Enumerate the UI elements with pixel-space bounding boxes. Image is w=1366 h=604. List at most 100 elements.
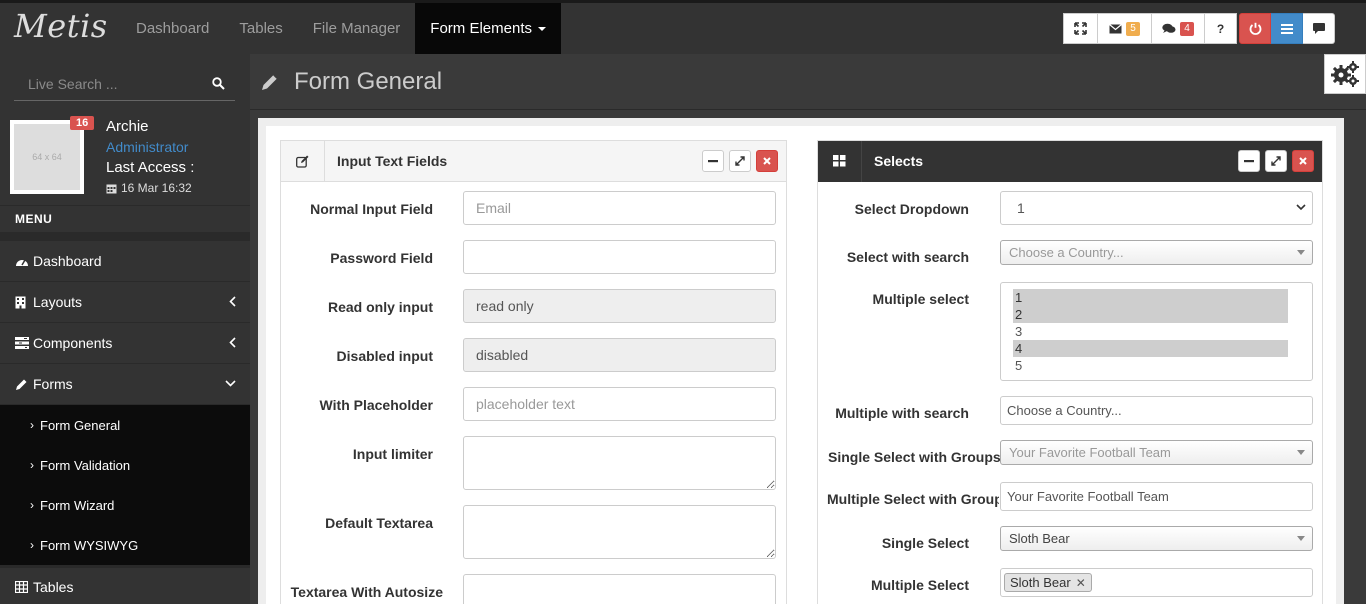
placeholder-label: With Placeholder bbox=[319, 397, 433, 413]
sidebar-item-forms[interactable]: Forms bbox=[0, 364, 250, 405]
collapse-button[interactable] bbox=[702, 150, 724, 172]
readonly-label: Read only input bbox=[328, 299, 433, 315]
avatar[interactable]: 64 x 64 bbox=[10, 120, 84, 194]
multi-select[interactable]: Sloth Bear ✕ bbox=[1000, 568, 1313, 597]
multiple-select-option[interactable]: 4 bbox=[1013, 340, 1288, 357]
input-limiter-textarea[interactable] bbox=[463, 436, 776, 490]
settings-button[interactable] bbox=[1324, 54, 1366, 94]
main-nav: Dashboard Tables File Manager Form Eleme… bbox=[121, 3, 561, 54]
panel-header: Selects bbox=[818, 140, 1322, 182]
selected-tag: Sloth Bear ✕ bbox=[1004, 573, 1092, 592]
envelope-icon bbox=[1109, 23, 1123, 33]
last-access-date-text: 16 Mar 16:32 bbox=[121, 181, 192, 195]
select-with-search-value: Choose a Country... bbox=[1009, 245, 1124, 260]
sidebar-subitem-label: Form General bbox=[40, 417, 121, 433]
nav-file-manager[interactable]: File Manager bbox=[298, 3, 416, 54]
select-dropdown[interactable]: 1 bbox=[1000, 191, 1313, 225]
user-name: Archie bbox=[106, 118, 149, 135]
sidebar-item-components[interactable]: Components bbox=[0, 323, 250, 364]
caret-down-icon bbox=[1297, 250, 1305, 255]
content-header: Form General bbox=[250, 54, 1366, 110]
help-button[interactable]: ? bbox=[1205, 13, 1237, 44]
remove-tag-icon[interactable]: ✕ bbox=[1076, 576, 1086, 590]
multiple-select-option[interactable]: 5 bbox=[1013, 357, 1288, 374]
nav-tables[interactable]: Tables bbox=[224, 3, 297, 54]
last-access-label: Last Access : bbox=[106, 159, 195, 176]
fullscreen-panel-button[interactable] bbox=[729, 150, 751, 172]
sidebar-item-form-general[interactable]: › Form General bbox=[0, 405, 250, 445]
live-search-input[interactable] bbox=[14, 69, 204, 99]
comments-badge: 4 bbox=[1180, 21, 1194, 36]
toolbar-group-right bbox=[1239, 13, 1335, 44]
fullscreen-panel-button[interactable] bbox=[1265, 150, 1287, 172]
select-search-label: Select with search bbox=[846, 249, 969, 265]
placeholder-input[interactable] bbox=[463, 387, 776, 421]
sidebar-item-label: Forms bbox=[33, 376, 73, 392]
sidebar-subitem-label: Form Validation bbox=[40, 457, 131, 473]
sidebar-item-tables[interactable]: Tables bbox=[0, 565, 250, 604]
nav-dashboard[interactable]: Dashboard bbox=[121, 3, 224, 54]
input-limiter-label: Input limiter bbox=[352, 446, 433, 462]
multi-select-label: Multiple Select bbox=[870, 577, 969, 593]
comment-icon bbox=[1312, 23, 1325, 34]
sidebar-item-form-wizard[interactable]: › Form Wizard bbox=[0, 485, 250, 525]
sidebar-item-dashboard[interactable]: Dashboard bbox=[0, 241, 250, 282]
brand-logo[interactable]: Metis bbox=[14, 7, 108, 45]
minus-icon bbox=[1244, 160, 1254, 163]
bars-icon bbox=[1280, 23, 1293, 34]
close-icon bbox=[1299, 157, 1307, 165]
comments-button[interactable]: 4 bbox=[1152, 13, 1205, 44]
single-groups-label: Single Select with Groups bbox=[828, 449, 1001, 465]
autosize-textarea-label: Textarea With Autosize bbox=[290, 584, 443, 600]
chevron-down-icon bbox=[225, 380, 236, 387]
multiple-select[interactable]: 1 2 3 4 5 bbox=[1000, 282, 1313, 381]
page-title: Form General bbox=[294, 68, 443, 95]
collapse-button[interactable] bbox=[1238, 150, 1260, 172]
panel-controls bbox=[1238, 150, 1314, 172]
sidebar-menu: Dashboard Layouts Components Forms › Form… bbox=[0, 232, 250, 604]
chat-toggle-button[interactable] bbox=[1303, 13, 1335, 44]
password-field[interactable] bbox=[463, 240, 776, 274]
multiple-with-search[interactable]: Choose a Country... bbox=[1000, 396, 1313, 425]
single-select[interactable]: Sloth Bear bbox=[1000, 526, 1313, 551]
th-large-icon bbox=[818, 140, 862, 182]
multiple-select-label: Multiple select bbox=[872, 291, 969, 307]
readonly-input bbox=[463, 289, 776, 323]
multiple-select-groups[interactable]: Your Favorite Football Team bbox=[1000, 482, 1313, 511]
sidebar-item-layouts[interactable]: Layouts bbox=[0, 282, 250, 323]
comments-icon bbox=[1162, 23, 1176, 33]
angle-right-icon: › bbox=[30, 458, 34, 472]
live-search bbox=[14, 69, 235, 101]
autosize-textarea[interactable] bbox=[463, 574, 776, 604]
fullscreen-button[interactable] bbox=[1063, 13, 1098, 44]
multiple-with-search-placeholder: Choose a Country... bbox=[1007, 403, 1122, 418]
messages-button[interactable]: 5 bbox=[1098, 13, 1152, 44]
sidebar-item-label: Components bbox=[33, 335, 113, 351]
logout-button[interactable] bbox=[1239, 13, 1271, 44]
single-select-label: Single Select bbox=[881, 535, 969, 551]
nav-form-elements[interactable]: Form Elements bbox=[415, 3, 561, 54]
gears-icon bbox=[1331, 61, 1359, 87]
normal-input-field[interactable] bbox=[463, 191, 776, 225]
search-icon[interactable] bbox=[212, 77, 225, 90]
user-role-link[interactable]: Administrator bbox=[106, 139, 188, 155]
multiple-select-option[interactable]: 2 bbox=[1013, 306, 1288, 323]
multiple-select-option[interactable]: 3 bbox=[1013, 323, 1288, 340]
password-label: Password Field bbox=[330, 250, 433, 266]
main-content: Input Text Fields Normal Input Field Pas… bbox=[258, 118, 1344, 604]
caret-down-icon bbox=[1297, 450, 1305, 455]
sidebar-item-form-validation[interactable]: › Form Validation bbox=[0, 445, 250, 485]
menu-toggle-button[interactable] bbox=[1271, 13, 1303, 44]
select-with-search[interactable]: Choose a Country... bbox=[1000, 240, 1313, 265]
avatar-badge: 16 bbox=[70, 116, 95, 130]
single-select-groups[interactable]: Your Favorite Football Team bbox=[1000, 440, 1313, 465]
caret-down-icon bbox=[1297, 536, 1305, 541]
panel-controls bbox=[702, 150, 778, 172]
expand-icon bbox=[1271, 156, 1281, 166]
top-navbar: Metis Dashboard Tables File Manager Form… bbox=[0, 0, 1366, 54]
default-textarea[interactable] bbox=[463, 505, 776, 559]
sidebar-item-form-wysiwyg[interactable]: › Form WYSIWYG bbox=[0, 525, 250, 565]
multiple-select-option[interactable]: 1 bbox=[1013, 289, 1288, 306]
close-panel-button[interactable] bbox=[1292, 150, 1314, 172]
close-panel-button[interactable] bbox=[756, 150, 778, 172]
